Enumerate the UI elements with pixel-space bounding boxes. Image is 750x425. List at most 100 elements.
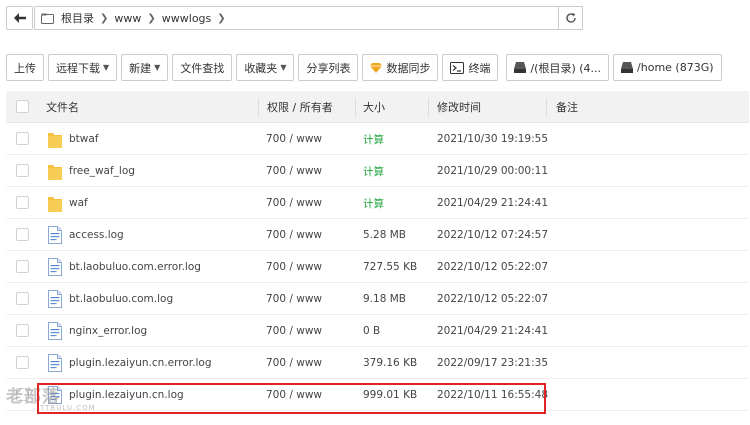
- file-permission[interactable]: 700 / www: [266, 347, 322, 379]
- disk-icon: [621, 62, 634, 73]
- favorites-button[interactable]: 收藏夹 ▼: [236, 54, 295, 81]
- col-header-note: 备注: [556, 101, 578, 114]
- table-row[interactable]: nginx_error.log 700 / www 0 B 2021/04/29 21…: [6, 315, 749, 347]
- new-button[interactable]: 新建 ▼: [121, 54, 169, 81]
- file-size: 727.55 KB: [363, 261, 418, 273]
- watermark-subtext: TTBULU.COM: [40, 404, 96, 412]
- file-name[interactable]: nginx_error.log: [69, 315, 147, 347]
- row-checkbox[interactable]: [16, 292, 29, 305]
- file-mtime: 2022/10/11 16:55:48: [437, 389, 549, 401]
- breadcrumb-item[interactable]: wwwlogs ❯: [162, 12, 226, 25]
- file-permission[interactable]: 700 / www: [266, 315, 322, 347]
- refresh-button[interactable]: [558, 6, 582, 30]
- select-all-checkbox[interactable]: [16, 100, 29, 113]
- table-row[interactable]: bt.laobuluo.com.log 700 / www 9.18 MB 2022/…: [6, 283, 749, 315]
- file-mtime: 2022/10/12 05:22:07: [437, 293, 549, 305]
- table-row[interactable]: free_waf_log 700 / www 计算 2021/10/29 00:00:…: [6, 155, 749, 187]
- folder-icon: [48, 194, 62, 212]
- chevron-down-icon: ▼: [103, 63, 110, 72]
- refresh-icon: [565, 12, 576, 23]
- breadcrumb-item[interactable]: 根目录 ❯: [61, 10, 108, 26]
- upload-button[interactable]: 上传: [6, 54, 44, 81]
- breadcrumb-item[interactable]: www ❯: [114, 12, 155, 25]
- file-permission[interactable]: 700 / www: [266, 123, 322, 155]
- chevron-right-icon: ❯: [217, 12, 226, 24]
- row-checkbox[interactable]: [16, 228, 29, 241]
- folder-icon: [48, 130, 62, 148]
- file-size: 379.16 KB: [363, 357, 418, 369]
- table-row[interactable]: btwaf 700 / www 计算 2021/10/30 19:19:55: [6, 123, 749, 155]
- column-divider: [428, 98, 429, 116]
- file-name[interactable]: waf: [69, 187, 88, 219]
- row-checkbox[interactable]: [16, 324, 29, 337]
- file-size[interactable]: 计算: [363, 123, 384, 155]
- file-icon: [48, 290, 62, 308]
- file-name[interactable]: free_waf_log: [69, 155, 135, 187]
- row-checkbox[interactable]: [16, 196, 29, 209]
- data-sync-button[interactable]: 数据同步: [362, 54, 439, 81]
- file-permission[interactable]: 700 / www: [266, 219, 322, 251]
- file-name[interactable]: btwaf: [69, 123, 99, 155]
- address-bar: 根目录 ❯ www ❯ wwwlogs ❯: [6, 6, 583, 30]
- row-checkbox[interactable]: [16, 164, 29, 177]
- terminal-button[interactable]: 终端: [442, 54, 499, 81]
- file-mtime: 2021/10/30 19:19:55: [437, 133, 549, 145]
- file-mtime: 2021/04/29 21:24:41: [437, 325, 549, 337]
- file-name[interactable]: access.log: [69, 219, 124, 251]
- file-permission[interactable]: 700 / www: [266, 379, 322, 411]
- disk-root-button[interactable]: /(根目录) (4...: [506, 54, 610, 81]
- table-row[interactable]: access.log 700 / www 5.28 MB 2022/10/12 07:…: [6, 219, 749, 251]
- file-size[interactable]: 计算: [363, 155, 384, 187]
- table-row[interactable]: bt.laobuluo.com.error.log 700 / www 727.55…: [6, 251, 749, 283]
- file-permission[interactable]: 700 / www: [266, 283, 322, 315]
- row-checkbox[interactable]: [16, 132, 29, 145]
- file-name[interactable]: bt.laobuluo.com.error.log: [69, 251, 201, 283]
- file-table: 文件名 权限 / 所有者 大小 修改时间 备注 btwaf 700 / www 计算…: [6, 91, 749, 411]
- table-header: 文件名 权限 / 所有者 大小 修改时间 备注: [6, 91, 749, 123]
- terminal-icon: [450, 61, 465, 74]
- remote-download-button[interactable]: 远程下载 ▼: [48, 54, 118, 81]
- folder-icon: [48, 162, 62, 180]
- file-mtime: 2022/09/17 23:21:35: [437, 357, 549, 369]
- file-icon: [48, 354, 62, 372]
- arrow-left-icon: [13, 13, 26, 23]
- col-header-size[interactable]: 大小: [363, 91, 385, 123]
- chevron-right-icon: ❯: [147, 12, 156, 24]
- column-divider: [355, 98, 356, 116]
- row-checkbox[interactable]: [16, 260, 29, 273]
- table-body: btwaf 700 / www 计算 2021/10/30 19:19:55 free_…: [6, 123, 749, 411]
- file-permission[interactable]: 700 / www: [266, 251, 322, 283]
- disk-icon: [514, 62, 527, 73]
- file-mtime: 2022/10/12 07:24:57: [437, 229, 549, 241]
- file-icon: [48, 322, 62, 340]
- share-list-button[interactable]: 分享列表: [298, 54, 359, 81]
- watermark: 老部落 TTBULU.COM: [6, 382, 126, 422]
- col-header-perm[interactable]: 权限 / 所有者: [267, 91, 333, 123]
- breadcrumb: 根目录 ❯ www ❯ wwwlogs ❯: [34, 6, 583, 30]
- file-size: 0 B: [363, 325, 381, 337]
- chevron-down-icon: ▼: [154, 63, 161, 72]
- row-checkbox[interactable]: [16, 356, 29, 369]
- file-size: 999.01 KB: [363, 389, 418, 401]
- back-button[interactable]: [6, 6, 33, 30]
- file-name[interactable]: bt.laobuluo.com.log: [69, 283, 173, 315]
- col-header-mtime[interactable]: 修改时间: [437, 91, 481, 123]
- file-permission[interactable]: 700 / www: [266, 187, 322, 219]
- toolbar: 上传 远程下载 ▼ 新建 ▼ 文件查找 收藏夹 ▼ 分享列表 数据同步 终端 /(根目…: [6, 54, 726, 81]
- table-row[interactable]: plugin.lezaiyun.cn.error.log 700 / www 379…: [6, 347, 749, 379]
- col-header-name[interactable]: 文件名: [46, 91, 79, 123]
- file-mtime: 2021/10/29 00:00:11: [437, 165, 549, 177]
- file-mtime: 2022/10/12 05:22:07: [437, 261, 549, 273]
- file-permission[interactable]: 700 / www: [266, 155, 322, 187]
- chevron-right-icon: ❯: [100, 12, 109, 24]
- file-icon: [48, 258, 62, 276]
- file-icon: [48, 226, 62, 244]
- file-size[interactable]: 计算: [363, 187, 384, 219]
- file-name[interactable]: plugin.lezaiyun.cn.error.log: [69, 347, 211, 379]
- disk-home-button[interactable]: /home (873G): [613, 54, 722, 81]
- chevron-down-icon: ▼: [280, 63, 287, 72]
- file-search-button[interactable]: 文件查找: [172, 54, 233, 81]
- column-divider: [258, 98, 259, 116]
- table-row[interactable]: waf 700 / www 计算 2021/04/29 21:24:41: [6, 187, 749, 219]
- crumb-home-icon: [41, 13, 54, 24]
